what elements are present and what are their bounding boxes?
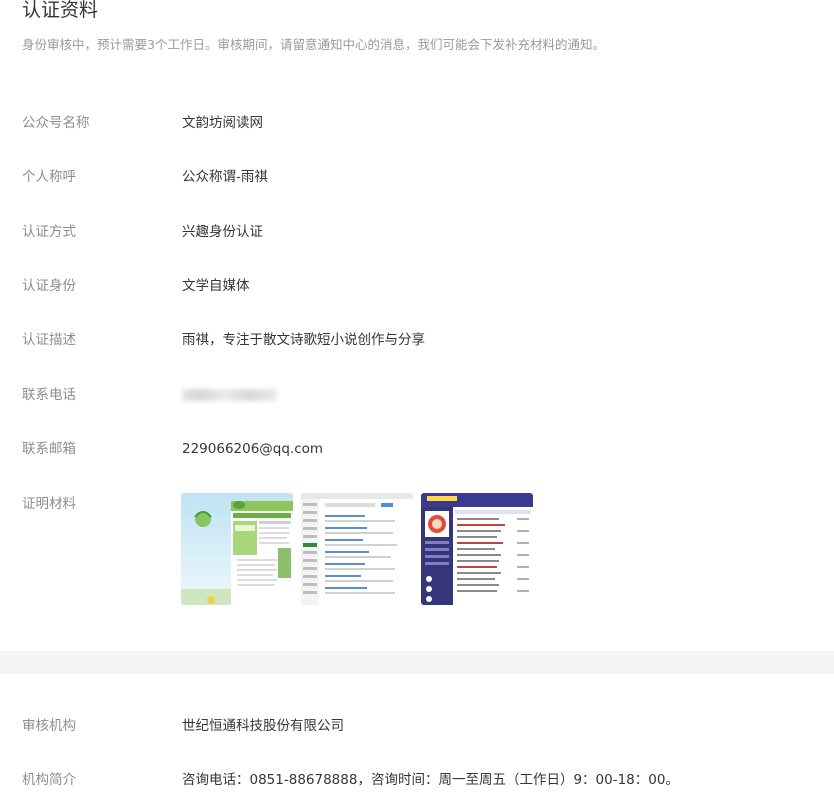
- section-divider: [0, 651, 834, 674]
- field-label: 联系邮箱: [22, 441, 76, 457]
- material-thumbnail[interactable]: [421, 493, 533, 605]
- field-label: 认证方式: [22, 224, 76, 240]
- field-label: 认证身份: [22, 278, 76, 294]
- material-thumbnail[interactable]: [181, 493, 293, 605]
- field-value: 雨祺，专注于散文诗歌短小说创作与分享: [182, 332, 425, 348]
- field-value: 229066206@qq.com: [182, 441, 324, 457]
- field-identity: 认证身份 文学自媒体: [22, 276, 822, 296]
- field-label: 机构简介: [22, 772, 76, 788]
- field-account-name: 公众号名称 文韵坊阅读网: [22, 113, 822, 133]
- field-method: 认证方式 兴趣身份认证: [22, 222, 822, 242]
- material-thumbnail[interactable]: [301, 493, 413, 605]
- field-email: 联系邮箱 229066206@qq.com: [22, 439, 822, 459]
- field-label: 认证描述: [22, 332, 76, 348]
- field-value: 咨询电话：0851-88678888，咨询时间：周一至周五（工作日）9：00-1…: [182, 772, 679, 788]
- field-value: 世纪恒通科技股份有限公司: [182, 718, 344, 734]
- field-label: 公众号名称: [22, 115, 90, 131]
- field-label: 个人称呼: [22, 169, 76, 185]
- field-value: 公众称谓-雨祺: [182, 169, 268, 185]
- page-subtitle: 身份审核中，预计需要3个工作日。审核期间，请留意通知中心的消息，我们可能会下发补…: [22, 37, 605, 52]
- phone-redacted: [182, 389, 277, 401]
- review-intro: 机构简介 咨询电话：0851-88678888，咨询时间：周一至周五（工作日）9…: [22, 770, 822, 790]
- field-label: 联系电话: [22, 387, 76, 403]
- field-description: 认证描述 雨祺，专注于散文诗歌短小说创作与分享: [22, 330, 822, 350]
- field-value: 兴趣身份认证: [182, 224, 263, 240]
- review-org: 审核机构 世纪恒通科技股份有限公司: [22, 716, 822, 736]
- field-value: 文学自媒体: [182, 278, 250, 294]
- page-title: 认证资料: [22, 0, 99, 21]
- field-label: 证明材料: [22, 496, 76, 512]
- material-thumbnails: [181, 493, 541, 605]
- field-nickname: 个人称呼 公众称谓-雨祺: [22, 167, 822, 187]
- field-phone: 联系电话: [22, 385, 822, 405]
- field-value: 文韵坊阅读网: [182, 115, 263, 131]
- field-label: 审核机构: [22, 718, 76, 734]
